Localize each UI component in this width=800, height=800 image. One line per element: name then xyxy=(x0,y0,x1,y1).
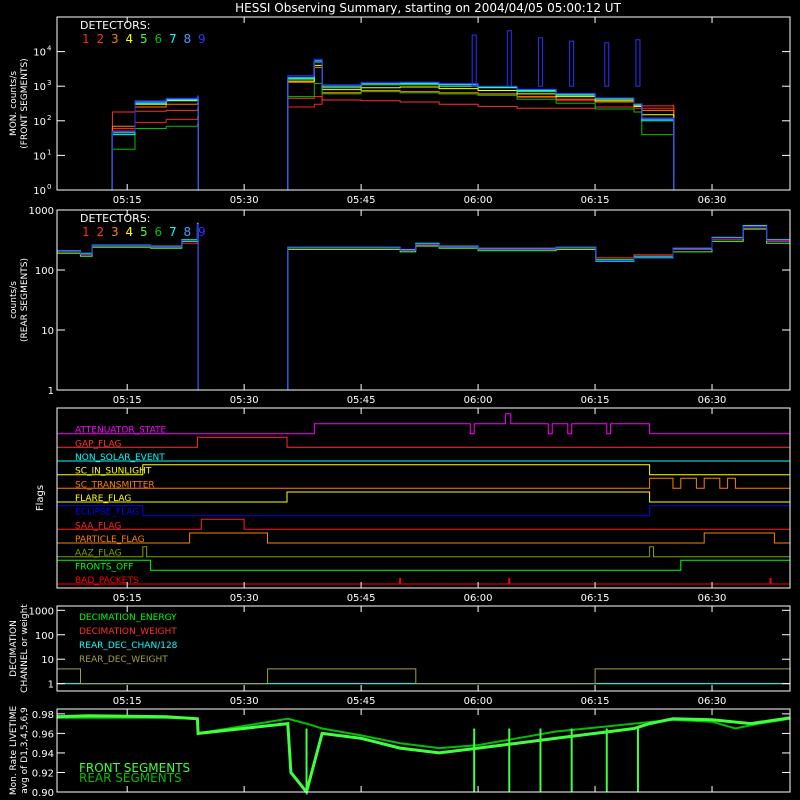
dec-x-tick-label: 06:30 xyxy=(698,696,727,707)
dec-legend-item-0: DECIMATION_ENERGY xyxy=(79,613,177,623)
rear-legend-item-7: 7 xyxy=(169,225,177,239)
front-x-tick-label: 06:30 xyxy=(698,195,727,206)
front-y-tick-exp: 0 xyxy=(47,183,51,191)
flag-label-eclipse: ECLIPSE_FLAG xyxy=(75,508,139,518)
front-y-tick-base: 10 xyxy=(33,151,46,162)
rear-x-tick-label: 06:00 xyxy=(464,395,493,406)
front-y-tick-exp: 3 xyxy=(47,79,51,87)
dec-x-tick-label: 05:15 xyxy=(113,696,142,707)
live-y-tick-label: 0.92 xyxy=(32,768,54,779)
observing-summary-chart: HESSI Observing Summary, starting on 200… xyxy=(0,0,800,800)
rear-legend-item-1: 1 xyxy=(82,225,90,239)
flags-x-tick-label: 05:15 xyxy=(113,593,142,604)
flags-x-tick-label: 05:45 xyxy=(347,593,376,604)
front-y-tick-base: 10 xyxy=(33,82,46,93)
dec-legend-item-2: REAR_DEC_CHAN/128 xyxy=(79,641,178,651)
front-legend-item-4: 4 xyxy=(126,32,134,46)
live-legend-rear: REAR SEGMENTS xyxy=(79,771,182,785)
front-x-tick-label: 05:45 xyxy=(347,195,376,206)
live-y-tick-label: 0.90 xyxy=(32,788,54,799)
live-y-tick-label: 0.94 xyxy=(32,749,54,760)
rear-legend-item-3: 3 xyxy=(111,225,119,239)
flags-x-tick-label: 05:30 xyxy=(230,593,259,604)
flag-label-saa: SAA_FLAG xyxy=(75,521,121,531)
rear-legend-item-5: 5 xyxy=(140,225,148,239)
flags-x-tick-label: 06:00 xyxy=(464,593,493,604)
front-legend-item-9: 9 xyxy=(198,32,206,46)
front-x-tick-label: 06:15 xyxy=(581,195,610,206)
flag-label-gap: GAP_FLAG xyxy=(75,439,121,449)
front-y-tick-base: 10 xyxy=(33,186,46,197)
dec-y-tick-label: 10 xyxy=(41,655,54,666)
dec-x-tick-label: 05:45 xyxy=(347,696,376,707)
dec-legend-item-3: REAR_DEC_WEIGHT xyxy=(79,655,168,665)
dec-y-tick-label: 1 xyxy=(48,680,54,691)
front-legend-item-7: 7 xyxy=(169,32,177,46)
dec-x-tick-label: 06:15 xyxy=(581,696,610,707)
rear-x-tick-label: 06:30 xyxy=(698,395,727,406)
front-x-tick-label: 05:15 xyxy=(113,195,142,206)
front-y-label-line: MON. counts/s xyxy=(9,71,19,136)
rear-legend-item-9: 9 xyxy=(198,225,206,239)
front-y-label-line: (FRONT SEGMENTS) xyxy=(20,58,30,148)
front-legend-item-2: 2 xyxy=(97,32,105,46)
front-y-tick-base: 10 xyxy=(33,117,46,128)
front-y-tick-exp: 2 xyxy=(47,114,51,122)
live-y-label-line: avg of D1,3,4,5,6,9 xyxy=(20,707,30,794)
front-legend-item-8: 8 xyxy=(184,32,192,46)
rear-legend-item-8: 8 xyxy=(184,225,192,239)
chart-title: HESSI Observing Summary, starting on 200… xyxy=(235,1,621,15)
rear-legend-item-6: 6 xyxy=(155,225,163,239)
front-x-tick-label: 05:30 xyxy=(230,195,259,206)
rear-x-tick-label: 05:30 xyxy=(230,395,259,406)
flags-y-label: Flags xyxy=(35,485,46,511)
dec-y-label-line: CHANNEL or weight xyxy=(20,604,30,693)
live-y-tick-label: 0.96 xyxy=(32,729,54,740)
front-legend-item-1: 1 xyxy=(82,32,90,46)
rear-legend-item-2: 2 xyxy=(97,225,105,239)
rear-x-tick-label: 05:45 xyxy=(347,395,376,406)
rear-y-tick-label: 10 xyxy=(41,326,54,337)
rear-x-tick-label: 06:15 xyxy=(581,395,610,406)
front-y-tick-exp: 4 xyxy=(47,45,52,53)
rear-y-label-line: (REAR SEGMENTS) xyxy=(20,258,30,342)
rear-y-tick-label: 1 xyxy=(48,386,54,397)
rear-y-tick-label: 1000 xyxy=(29,206,54,217)
front-legend-item-3: 3 xyxy=(111,32,119,46)
dec-x-tick-label: 06:00 xyxy=(464,696,493,707)
flags-x-tick-label: 06:15 xyxy=(581,593,610,604)
dec-x-tick-label: 05:30 xyxy=(230,696,259,707)
rear-x-tick-label: 05:15 xyxy=(113,395,142,406)
front-x-tick-label: 06:00 xyxy=(464,195,493,206)
dec-y-tick-label: 1000 xyxy=(29,606,54,617)
front-y-tick-exp: 1 xyxy=(47,148,51,156)
front-y-tick-base: 10 xyxy=(33,48,46,59)
live-y-tick-label: 0.98 xyxy=(32,710,54,721)
flags-x-tick-label: 06:30 xyxy=(698,593,727,604)
rear-legend-item-4: 4 xyxy=(126,225,134,239)
dec-y-label-line: DECIMATION xyxy=(9,620,19,677)
flag-label-transmitter: SC_TRANSMITTER xyxy=(75,480,155,490)
front-legend-item-6: 6 xyxy=(155,32,163,46)
live-y-label-line: Mon. Rate LIVETIME xyxy=(9,706,19,796)
dec-y-tick-label: 100 xyxy=(35,631,54,642)
front-legend-item-5: 5 xyxy=(140,32,148,46)
front-legend-title: DETECTORS: xyxy=(80,19,150,32)
rear-y-label-line: counts/s xyxy=(9,281,19,319)
flag-label-fronts_off: FRONTS_OFF xyxy=(75,562,133,572)
rear-legend-title: DETECTORS: xyxy=(80,212,150,225)
dec-legend-item-1: DECIMATION_WEIGHT xyxy=(79,627,177,637)
rear-y-tick-label: 100 xyxy=(35,266,54,277)
